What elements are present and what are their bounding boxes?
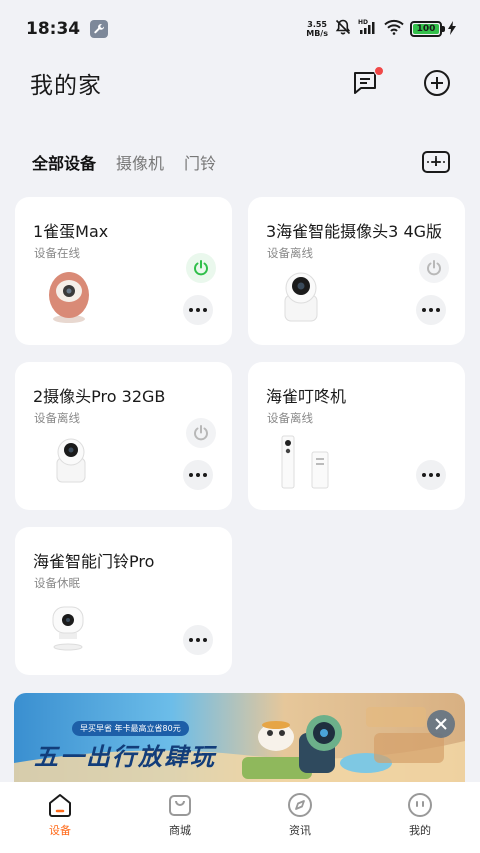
nav-devices[interactable]: 设备 <box>20 792 100 838</box>
charging-icon <box>448 20 456 39</box>
svg-text:HD: HD <box>358 19 368 26</box>
multi-view-icon <box>427 156 445 168</box>
device-image <box>53 436 89 488</box>
close-icon <box>435 718 447 730</box>
device-status: 设备离线 <box>34 411 80 425</box>
device-card[interactable]: 2摄像头Pro 32GB 设备离线 <box>15 362 232 510</box>
nav-label: 资讯 <box>289 823 311 837</box>
device-name: 3海雀智能摄像头3 4G版 <box>266 222 443 241</box>
device-image <box>281 271 321 327</box>
home-icon <box>49 793 71 817</box>
nav-label: 我的 <box>409 823 431 837</box>
tab-doorbells[interactable]: 门铃 <box>184 150 216 174</box>
device-card[interactable]: 海雀智能门铃Pro 设备休眠 <box>15 527 232 675</box>
power-icon <box>194 425 208 441</box>
nav-label: 商城 <box>169 823 191 837</box>
more-options-button[interactable] <box>183 295 213 325</box>
promo-banner[interactable]: 早买早省 年卡最高立省80元 五一出行放肆玩 <box>14 693 465 785</box>
device-status: 设备离线 <box>267 411 313 425</box>
hd-signal-icon: HD <box>358 18 378 40</box>
app-header: 我的家 <box>0 58 480 108</box>
close-banner-button[interactable] <box>427 710 455 738</box>
device-image <box>51 603 85 655</box>
device-card[interactable]: 1雀蛋Max 设备在线 <box>15 197 232 345</box>
mute-bell-icon <box>334 18 352 40</box>
more-options-button[interactable] <box>183 625 213 655</box>
power-button[interactable] <box>419 253 449 283</box>
device-image <box>278 434 334 494</box>
device-name: 1雀蛋Max <box>33 222 109 241</box>
category-tabs: 全部设备 摄像机 门铃 <box>32 150 216 174</box>
message-button[interactable] <box>350 66 384 98</box>
notification-dot <box>374 66 384 76</box>
device-status: 设备在线 <box>34 246 80 260</box>
tab-cameras[interactable]: 摄像机 <box>116 150 164 174</box>
device-name: 2摄像头Pro 32GB <box>33 387 166 406</box>
more-options-button[interactable] <box>183 460 213 490</box>
plus-circle-icon <box>424 70 450 96</box>
battery-indicator: 100 <box>410 21 445 37</box>
clock: 18:34 <box>26 19 81 39</box>
device-card[interactable]: 3海雀智能摄像头3 4G版 设备离线 <box>248 197 465 345</box>
device-status: 设备休眠 <box>34 576 80 590</box>
power-button[interactable] <box>186 418 216 448</box>
banner-pill: 早买早省 年卡最高立省80元 <box>72 721 189 736</box>
power-icon <box>194 260 208 276</box>
bottom-navigation: 设备 商城 资讯 我的 <box>0 782 480 853</box>
more-options-button[interactable] <box>416 460 446 490</box>
device-status: 设备离线 <box>267 246 313 260</box>
nav-shop[interactable]: 商城 <box>140 792 220 838</box>
wrench-icon <box>90 20 109 38</box>
device-name: 海雀叮咚机 <box>266 387 347 406</box>
banner-headline: 五一出行放肆玩 <box>34 742 216 771</box>
category-tabs-row: 全部设备 摄像机 门铃 <box>0 142 480 182</box>
network-speed: 3.55 MB/s <box>306 20 328 38</box>
device-card[interactable]: 海雀叮咚机 设备离线 <box>248 362 465 510</box>
page-title: 我的家 <box>30 73 102 99</box>
power-button[interactable] <box>186 253 216 283</box>
profile-icon <box>408 792 432 817</box>
device-image <box>47 269 91 329</box>
multi-view-button[interactable] <box>422 151 450 173</box>
power-icon <box>427 260 441 276</box>
wifi-icon <box>384 19 404 39</box>
nav-profile[interactable]: 我的 <box>380 792 460 838</box>
nav-label: 设备 <box>49 823 71 837</box>
device-name: 海雀智能门铃Pro <box>33 552 155 571</box>
shop-bag-icon <box>169 794 191 816</box>
more-options-button[interactable] <box>416 295 446 325</box>
nav-news[interactable]: 资讯 <box>260 792 340 838</box>
status-bar: 18:34 3.55 MB/s HD 100 <box>0 0 480 58</box>
compass-icon <box>288 792 312 817</box>
tab-all-devices[interactable]: 全部设备 <box>32 150 96 174</box>
add-device-button[interactable] <box>422 68 452 98</box>
